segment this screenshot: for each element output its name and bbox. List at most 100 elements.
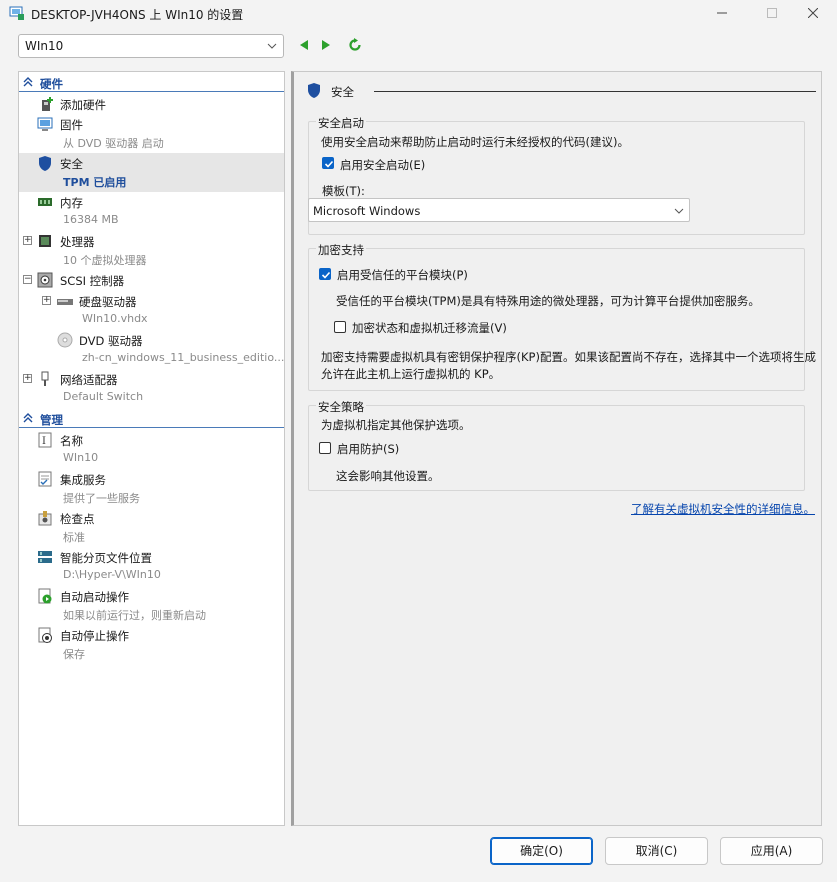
arrow-left-icon: [300, 40, 308, 50]
enable-shielding-label[interactable]: 启用防护(S): [337, 441, 399, 457]
tree-item-label: 添加硬件: [60, 98, 106, 112]
enable-secure-boot-label[interactable]: 启用安全启动(E): [340, 157, 425, 173]
tree-item-processor[interactable]: + 处理器 10 个虚拟处理器: [19, 231, 284, 270]
tree-item-label: 处理器: [60, 235, 95, 249]
tree-item-integration-services[interactable]: 集成服务 提供了一些服务: [19, 469, 284, 508]
ok-button[interactable]: 确定(O): [490, 837, 593, 865]
kp-note-line2: 允许在此主机上运行虚拟机的 KP。: [321, 367, 501, 381]
expand-icon[interactable]: +: [42, 296, 51, 305]
arrow-right-icon: [322, 40, 330, 50]
memory-icon: [37, 194, 53, 210]
management-section-header[interactable]: 管理: [19, 410, 284, 428]
name-icon: I: [37, 432, 53, 448]
cancel-button[interactable]: 取消(C): [605, 837, 708, 865]
tree-item-label: 名称: [60, 434, 83, 448]
window-title: DESKTOP-JVH4ONS 上 WIn10 的设置: [31, 8, 244, 22]
tree-item-detail: 从 DVD 驱动器 启动: [63, 137, 164, 150]
encryption-support-group: 加密支持 启用受信任的平台模块(P) 受信任的平台模块(TPM)是具有特殊用途的…: [308, 242, 816, 391]
tree-item-add-hardware[interactable]: 添加硬件: [19, 94, 284, 114]
shield-icon: [37, 155, 53, 171]
refresh-button[interactable]: [347, 37, 363, 53]
tree-item-detail: Default Switch: [63, 390, 144, 403]
collapse-tree-icon[interactable]: −: [23, 275, 32, 284]
paging-file-icon: [37, 549, 53, 565]
tree-item-label: 集成服务: [60, 473, 106, 487]
collapse-icon: [23, 413, 33, 423]
encrypt-state-label[interactable]: 加密状态和虚拟机迁移流量(V): [352, 320, 507, 336]
tree-item-auto-start[interactable]: 自动启动操作 如果以前运行过，则重新启动: [19, 586, 284, 625]
tree-item-detail: 提供了一些服务: [63, 492, 140, 505]
header-divider: [374, 91, 816, 92]
tree-item-label: 硬盘驱动器: [79, 295, 137, 309]
tree-item-detail: 保存: [63, 648, 85, 661]
hard-drive-icon: [57, 295, 73, 311]
expand-icon[interactable]: +: [23, 236, 32, 245]
tree-item-detail: D:\Hyper-V\WIn10: [63, 568, 161, 581]
shielding-note: 这会影响其他设置。: [336, 469, 440, 483]
tree-item-label: 自动停止操作: [60, 629, 129, 643]
add-hardware-icon: [39, 96, 55, 112]
tree-item-label: SCSI 控制器: [60, 274, 125, 288]
hardware-section-header[interactable]: 硬件: [19, 74, 284, 92]
tree-item-label: 智能分页文件位置: [60, 551, 152, 565]
checkmark-icon: [324, 160, 334, 168]
panel-title: 安全: [331, 85, 354, 99]
apply-button[interactable]: 应用(A): [720, 837, 823, 865]
previous-button[interactable]: [296, 37, 312, 53]
policy-description: 为虚拟机指定其他保护选项。: [321, 418, 471, 432]
integration-services-icon: [37, 471, 53, 487]
collapse-icon: [23, 77, 33, 87]
tree-item-checkpoints[interactable]: 检查点 标准: [19, 508, 284, 547]
tree-item-dvd-drive[interactable]: DVD 驱动器 zh-cn_windows_11_business_editio…: [19, 330, 284, 369]
tree-item-hard-drive[interactable]: + 硬盘驱动器 WIn10.vhdx: [19, 291, 284, 330]
template-dropdown[interactable]: Microsoft Windows: [308, 198, 690, 222]
tree-item-memory[interactable]: 内存 16384 MB: [19, 192, 284, 231]
vm-selector-value: WIn10: [25, 39, 64, 53]
tree-item-detail: WIn10: [63, 451, 99, 464]
minimize-button[interactable]: [699, 0, 745, 26]
next-button[interactable]: [318, 37, 334, 53]
vm-selector-dropdown[interactable]: WIn10: [18, 34, 284, 58]
tree-item-detail: 10 个虚拟处理器: [63, 254, 147, 267]
template-value: Microsoft Windows: [313, 204, 421, 218]
enable-tpm-label[interactable]: 启用受信任的平台模块(P): [337, 267, 468, 283]
tree-item-name[interactable]: I 名称 WIn10: [19, 430, 284, 469]
tree-item-label: 内存: [60, 196, 83, 210]
tree-item-auto-stop[interactable]: 自动停止操作 保存: [19, 625, 284, 664]
expand-icon[interactable]: +: [23, 374, 32, 383]
enable-tpm-checkbox[interactable]: [319, 268, 331, 280]
group-title: 安全策略: [316, 399, 366, 415]
enable-secure-boot-checkbox[interactable]: [322, 157, 334, 169]
auto-start-icon: [37, 588, 53, 604]
learn-more-link[interactable]: 了解有关虚拟机安全性的详细信息。: [631, 501, 815, 517]
settings-tree: 硬件 添加硬件 固件 从 DVD 驱动器 启动 安全 TPM 已启用 内存 16…: [18, 71, 285, 826]
panel-header: 安全: [306, 82, 816, 102]
encrypt-state-checkbox[interactable]: [334, 321, 346, 333]
enable-shielding-checkbox[interactable]: [319, 442, 331, 454]
dvd-icon: [57, 332, 73, 348]
tree-item-smart-paging[interactable]: 智能分页文件位置 D:\Hyper-V\WIn10: [19, 547, 284, 586]
title-bar: DESKTOP-JVH4ONS 上 WIn10 的设置: [0, 0, 837, 26]
tree-item-firmware[interactable]: 固件 从 DVD 驱动器 启动: [19, 114, 284, 153]
tree-item-network-adapter[interactable]: + 网络适配器 Default Switch: [19, 369, 284, 408]
template-label: 模板(T):: [322, 184, 365, 198]
chevron-down-icon: [267, 43, 277, 49]
tree-item-label: 检查点: [60, 512, 95, 526]
hardware-section-label: 硬件: [40, 77, 63, 91]
auto-stop-icon: [37, 627, 53, 643]
maximize-button[interactable]: [749, 0, 795, 26]
svg-text:I: I: [42, 436, 46, 447]
group-title: 安全启动: [316, 115, 366, 131]
refresh-icon: [349, 38, 361, 51]
processor-icon: [37, 233, 53, 249]
tree-item-label: 固件: [60, 118, 83, 132]
tree-item-scsi-controller[interactable]: − SCSI 控制器: [19, 270, 284, 290]
tree-item-detail: 标准: [63, 531, 85, 544]
tree-item-detail: 16384 MB: [63, 213, 119, 226]
tree-item-security[interactable]: 安全 TPM 已启用: [19, 153, 284, 192]
close-button[interactable]: [790, 0, 836, 26]
tree-item-label: 安全: [60, 157, 83, 171]
shield-icon: [308, 83, 320, 98]
chevron-down-icon: [674, 208, 684, 214]
secure-boot-description: 使用安全启动来帮助防止启动时运行未经授权的代码(建议)。: [321, 135, 629, 149]
